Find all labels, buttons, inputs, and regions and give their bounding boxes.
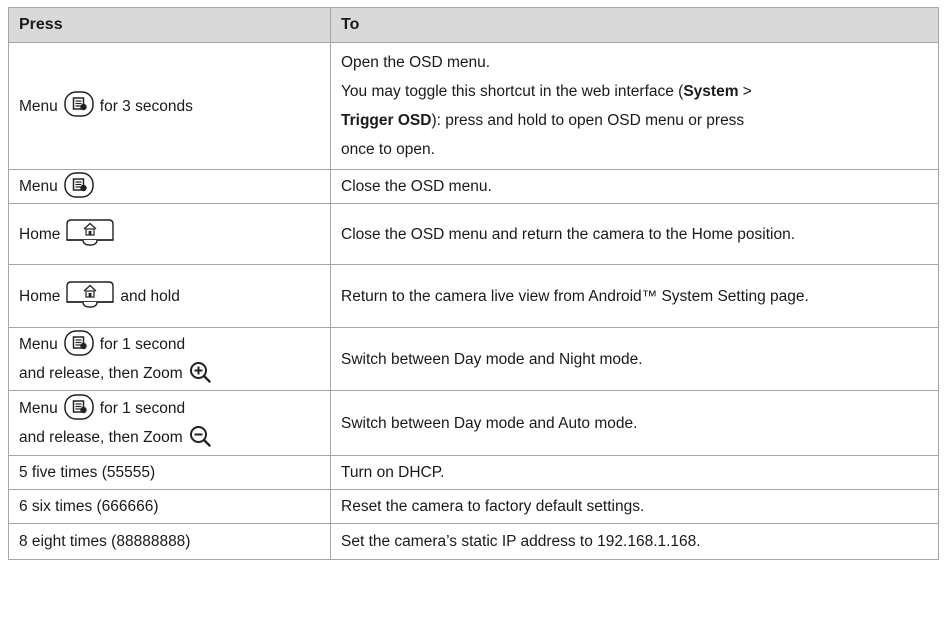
to-cell: Switch between Day mode and Night mode.: [330, 327, 939, 391]
table-row: Menu Close the OSD menu.: [8, 169, 939, 204]
press-cell: Menu for 1 second and release, then Zoom: [8, 390, 331, 456]
table-header-row: Press To: [8, 7, 939, 43]
to-cell: Close the OSD menu.: [330, 169, 939, 204]
table-row: Home and hold Return to the camera live v…: [8, 264, 939, 328]
home-key-icon: [66, 218, 115, 247]
menu-key-icon: [64, 172, 94, 198]
press-suffix: for 3 seconds: [99, 97, 193, 115]
press-suffix: for 1 second: [99, 400, 186, 417]
press-label: Home: [19, 287, 61, 305]
description-line: Trigger OSD): press and hold to open OSD…: [341, 112, 745, 129]
table-row: Menu for 1 second and release, then Zoom …: [8, 390, 939, 456]
to-cell: Reset the camera to factory default sett…: [330, 489, 939, 524]
press-suffix: and hold: [120, 287, 180, 305]
press-cell: Menu: [8, 169, 331, 204]
press-label: Menu: [19, 400, 58, 417]
menu-key-icon: [64, 91, 94, 118]
press-cell: Home and hold: [8, 264, 331, 328]
press-cell: 6 six times (666666): [8, 489, 331, 524]
to-cell: Close the OSD menu and return the camera…: [330, 203, 939, 265]
table-row: Menu for 3 seconds Open the OSD menu. You…: [8, 42, 939, 170]
press-label: Home: [19, 225, 61, 243]
table-row: Home Close the OSD menu and return the c…: [8, 203, 939, 265]
press-cell: Menu for 3 seconds: [8, 42, 331, 170]
to-cell: Turn on DHCP.: [330, 455, 939, 490]
press-label: Menu: [19, 178, 58, 195]
table-row: 5 five times (55555) Turn on DHCP.: [8, 455, 939, 490]
home-key-icon: [66, 280, 115, 309]
shortcut-table: Press To Menu for 3 seconds Open the OSD …: [8, 7, 939, 560]
press-cell: Menu for 1 second and release, then Zoom: [8, 327, 331, 391]
zoom-in-icon: [189, 361, 211, 383]
header-to: To: [330, 7, 939, 43]
menu-key-icon: [64, 330, 94, 356]
description-line: Open the OSD menu.: [341, 54, 491, 71]
header-press: Press: [8, 7, 331, 43]
press-label: Menu: [19, 336, 58, 353]
to-cell: Switch between Day mode and Auto mode.: [330, 390, 939, 456]
menu-key-icon: [64, 394, 94, 420]
description-line: You may toggle this shortcut in the web …: [341, 83, 752, 100]
table-row: 6 six times (666666) Reset the camera to…: [8, 489, 939, 524]
to-cell: Open the OSD menu. You may toggle this s…: [330, 42, 939, 170]
press-cell: 5 five times (55555): [8, 455, 331, 490]
table-row: 8 eight times (88888888) Set the camera’…: [8, 523, 939, 560]
zoom-out-icon: [189, 425, 211, 447]
menu-path-system: System: [683, 83, 739, 100]
to-cell: Return to the camera live view from Andr…: [330, 264, 939, 328]
press-cell: 8 eight times (88888888): [8, 523, 331, 560]
press-cell: Home: [8, 203, 331, 265]
table-row: Menu for 1 second and release, then Zoom …: [8, 327, 939, 391]
to-cell: Set the camera’s static IP address to 19…: [330, 523, 939, 560]
press-second-line: and release, then Zoom: [19, 429, 183, 446]
press-label: Menu: [19, 97, 58, 115]
press-second-line: and release, then Zoom: [19, 365, 183, 382]
menu-path-trigger-osd: Trigger OSD: [341, 112, 432, 129]
press-suffix: for 1 second: [99, 336, 186, 353]
description-line: once to open.: [341, 141, 435, 158]
